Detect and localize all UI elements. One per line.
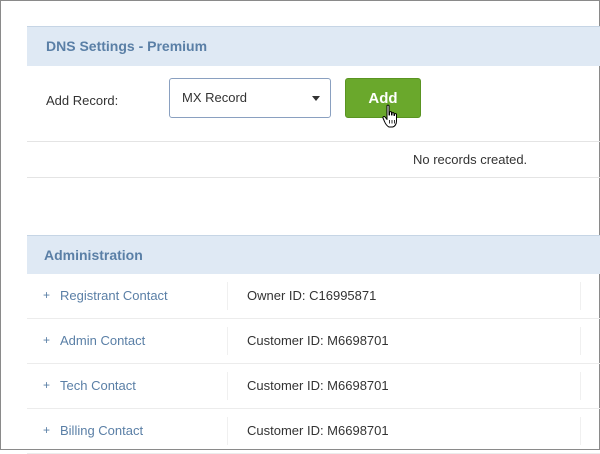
admin-contact-link[interactable]: Admin Contact: [60, 333, 145, 348]
contact-row-tech[interactable]: + Tech Contact Customer ID: M6698701: [27, 364, 600, 409]
column-divider: [227, 417, 228, 445]
chevron-down-icon: [312, 96, 320, 101]
contact-row-admin[interactable]: + Admin Contact Customer ID: M6698701: [27, 319, 600, 364]
administration-panel: Administration + Registrant Contact Owne…: [27, 235, 600, 454]
add-record-row: Add Record: MX Record Add: [27, 66, 600, 142]
tech-contact-link[interactable]: Tech Contact: [60, 378, 136, 393]
record-type-select[interactable]: MX Record: [169, 78, 331, 118]
column-divider: [227, 282, 228, 310]
hand-pointer-icon: [382, 104, 397, 128]
column-divider: [580, 372, 581, 400]
plus-icon[interactable]: +: [43, 333, 50, 347]
owner-id: Owner ID: C16995871: [247, 288, 377, 303]
plus-icon[interactable]: +: [43, 288, 50, 302]
column-divider: [227, 372, 228, 400]
admin-customer-id: Customer ID: M6698701: [247, 333, 389, 348]
column-divider: [227, 327, 228, 355]
column-divider: [580, 417, 581, 445]
no-records-message: No records created.: [413, 152, 528, 167]
records-list: No records created.: [27, 141, 600, 178]
administration-header: Administration: [27, 235, 600, 274]
registrant-contact-link[interactable]: Registrant Contact: [60, 288, 168, 303]
column-divider: [580, 282, 581, 310]
billing-contact-link[interactable]: Billing Contact: [60, 423, 143, 438]
dns-settings-panel: DNS Settings - Premium Add Record: MX Re…: [27, 26, 600, 178]
contact-row-billing[interactable]: + Billing Contact Customer ID: M6698701: [27, 409, 600, 454]
add-record-label: Add Record:: [46, 93, 119, 108]
plus-icon[interactable]: +: [43, 378, 50, 392]
tech-customer-id: Customer ID: M6698701: [247, 378, 389, 393]
column-divider: [580, 327, 581, 355]
record-type-value: MX Record: [182, 90, 248, 105]
billing-customer-id: Customer ID: M6698701: [247, 423, 389, 438]
dns-settings-header: DNS Settings - Premium: [27, 26, 600, 66]
plus-icon[interactable]: +: [43, 423, 50, 437]
contact-row-registrant[interactable]: + Registrant Contact Owner ID: C16995871: [27, 274, 600, 319]
